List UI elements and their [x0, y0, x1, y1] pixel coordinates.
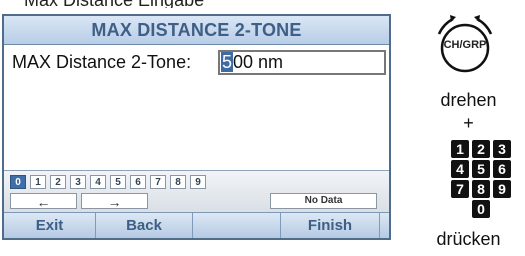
- digit-key-2[interactable]: 2: [50, 175, 66, 189]
- press-instruction: drücken: [436, 229, 501, 249]
- plus-sign: +: [463, 113, 474, 133]
- number-key-5: 5: [472, 160, 490, 178]
- digit-key-0[interactable]: 0: [10, 175, 26, 189]
- finish-softkey[interactable]: Finish: [281, 213, 380, 238]
- digit-key-5[interactable]: 5: [110, 175, 126, 189]
- distance-input[interactable]: 500 nm: [218, 50, 386, 75]
- device-screen: MAX DISTANCE 2-TONE MAX Distance 2-Tone:…: [2, 14, 391, 240]
- ch-grp-knob[interactable]: CH/GRP: [429, 12, 501, 84]
- number-key-3: 3: [493, 140, 511, 158]
- number-key-9: 9: [493, 180, 511, 198]
- instruction-panel: CH/GRP drehen + 1 2 3 4 5 6 7 8 9 0 drüc…: [412, 0, 525, 256]
- distance-label: MAX Distance 2-Tone:: [12, 52, 192, 72]
- digit-key-7[interactable]: 7: [150, 175, 166, 189]
- number-keypad-icon: 1 2 3 4 5 6 7 8 9 0: [451, 140, 511, 220]
- number-key-7: 7: [451, 180, 469, 198]
- digit-key-9[interactable]: 9: [190, 175, 206, 189]
- softkey-bar: Exit Back Finish: [4, 212, 389, 238]
- digit-key-8[interactable]: 8: [170, 175, 186, 189]
- right-arrow-button[interactable]: →: [81, 193, 148, 210]
- exit-softkey[interactable]: Exit: [4, 213, 96, 238]
- input-value-rest: 00 nm: [233, 52, 284, 72]
- rotate-instruction: drehen: [440, 90, 497, 110]
- number-key-2: 2: [472, 140, 490, 158]
- digit-key-3[interactable]: 3: [70, 175, 86, 189]
- number-key-8: 8: [472, 180, 490, 198]
- input-caret-digit: 5: [221, 52, 234, 72]
- knob-label: CH/GRP: [443, 39, 487, 51]
- distance-field-row: MAX Distance 2-Tone: 500 nm: [12, 50, 386, 79]
- number-key-0: 0: [472, 200, 490, 218]
- back-softkey[interactable]: Back: [96, 213, 193, 238]
- digit-key-6[interactable]: 6: [130, 175, 146, 189]
- number-key-6: 6: [493, 160, 511, 178]
- number-key-1: 1: [451, 140, 469, 158]
- page-title: MAX DISTANCE 2-TONE: [4, 16, 389, 45]
- digit-key-1[interactable]: 1: [30, 175, 46, 189]
- cropped-heading: Max Distance Eingabe: [24, 0, 204, 8]
- digit-key-4[interactable]: 4: [90, 175, 106, 189]
- digit-keypad: 0 1 2 3 4 5 6 7 8 9 ← → No Data: [4, 170, 389, 214]
- number-key-4: 4: [451, 160, 469, 178]
- no-data-button[interactable]: No Data: [270, 193, 377, 209]
- blank-softkey[interactable]: [193, 213, 281, 238]
- left-arrow-button[interactable]: ←: [10, 193, 77, 210]
